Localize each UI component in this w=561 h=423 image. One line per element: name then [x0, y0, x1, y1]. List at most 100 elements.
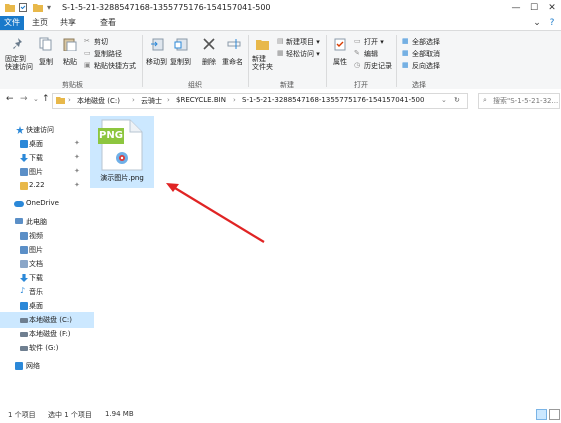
folder-icon: [5, 3, 15, 14]
navigation-bar: ← → ⌄ ↑ › 本地磁盘 (C:) › 云骑士 › $RECYCLE.BIN…: [0, 89, 561, 111]
pin-icon[interactable]: ✦: [74, 181, 80, 189]
open-button[interactable]: 打开 ▾: [364, 37, 384, 47]
up-arrow-icon[interactable]: ↑: [42, 94, 50, 104]
chevron-down-icon[interactable]: ⌄: [441, 96, 447, 104]
sidebar-item-folder-2-22[interactable]: 2.22 ✦: [0, 178, 94, 194]
pin-icon[interactable]: ✦: [74, 167, 80, 175]
search-input[interactable]: 搜索"S-1-5-21-32...: [493, 96, 558, 106]
new-folder-button[interactable]: 新建 文件夹: [252, 55, 273, 71]
sidebar-item-label: 软件 (G:): [29, 344, 59, 352]
delete-icon: [202, 37, 216, 51]
refresh-icon[interactable]: ↻: [454, 96, 460, 104]
pin-icon[interactable]: ✦: [74, 153, 80, 161]
sidebar-item-label: 此电脑: [26, 218, 47, 226]
new-item-icon: ▤: [277, 37, 284, 45]
sidebar-item-label: 桌面: [29, 302, 43, 310]
sidebar-item-label: 桌面: [29, 140, 43, 148]
red-arrow-annotation: [166, 183, 265, 243]
sidebar-item-network[interactable]: 网络: [0, 358, 94, 374]
tab-share[interactable]: 共享: [56, 16, 80, 30]
png-file-icon: [98, 119, 143, 171]
drive-icon: [20, 332, 28, 337]
breadcrumb-yunqishi[interactable]: 云骑士: [141, 96, 162, 106]
window-title: S-1-5-21-3288547168-1355775176-154157041…: [62, 3, 271, 12]
details-view-button[interactable]: [536, 409, 547, 420]
selected-size: 1.94 MB: [105, 410, 134, 418]
pin-to-quick-access-button[interactable]: 固定到 快速访问: [5, 55, 33, 71]
chevron-down-icon[interactable]: ▾: [47, 3, 51, 12]
tab-view[interactable]: 查看: [96, 16, 120, 30]
minimize-button[interactable]: —: [509, 2, 523, 14]
tab-file[interactable]: 文件: [0, 16, 24, 30]
copy-to-button[interactable]: 复制到: [170, 57, 191, 67]
sidebar-item-label: 网络: [26, 362, 40, 370]
copy-icon: [39, 37, 53, 51]
recent-locations-icon[interactable]: ⌄: [33, 95, 39, 103]
star-icon: [16, 126, 24, 134]
help-icon[interactable]: ?: [545, 17, 559, 29]
paste-shortcut-icon: ▣: [84, 61, 91, 69]
file-type-badge: PNG: [99, 130, 123, 141]
chevron-down-icon[interactable]: ⌄: [530, 17, 544, 29]
select-none-button[interactable]: 全部取消: [412, 49, 440, 59]
breadcrumb-sid-folder[interactable]: S-1-5-21-3288547168-1355775176-154157041…: [242, 96, 424, 104]
delete-button[interactable]: 删除: [202, 57, 216, 67]
breadcrumb-local-disk-c[interactable]: 本地磁盘 (C:): [77, 96, 120, 106]
divider: [396, 35, 397, 87]
breadcrumb-recycle-bin[interactable]: $RECYCLE.BIN: [176, 96, 226, 104]
copy-button[interactable]: 复制: [39, 57, 53, 67]
download-icon: [20, 274, 28, 282]
address-bar[interactable]: › 本地磁盘 (C:) › 云骑士 › $RECYCLE.BIN › S-1-5…: [52, 93, 468, 109]
forward-arrow-icon[interactable]: →: [20, 94, 28, 104]
divider: [326, 35, 327, 87]
tab-home[interactable]: 主页: [28, 16, 52, 30]
cloud-icon: [14, 201, 24, 207]
invert-selection-button[interactable]: 反向选择: [412, 61, 440, 71]
sidebar-item-label: 图片: [29, 168, 43, 176]
move-to-button[interactable]: 移动到: [146, 57, 167, 67]
desktop-icon: [20, 302, 28, 310]
copy-path-button[interactable]: 复制路径: [94, 49, 122, 59]
history-button[interactable]: 历史记录: [364, 61, 392, 71]
pin-icon[interactable]: ✦: [74, 139, 80, 147]
close-button[interactable]: ✕: [545, 2, 559, 14]
maximize-button[interactable]: ☐: [527, 2, 541, 14]
edit-button[interactable]: 编辑: [364, 49, 378, 59]
file-item[interactable]: PNG 演示图片.png: [90, 116, 154, 188]
properties-button[interactable]: 属性: [333, 57, 347, 67]
folder-icon: [56, 96, 65, 106]
sidebar-item-label: 本地磁盘 (C:): [29, 316, 72, 324]
properties-quick-icon[interactable]: [19, 3, 27, 14]
drive-icon: [20, 318, 28, 323]
sidebar-item-software-g[interactable]: 软件 (G:): [0, 340, 94, 356]
easy-access-button[interactable]: 轻松访问 ▾: [286, 49, 320, 59]
paste-button[interactable]: 粘贴: [63, 57, 77, 67]
search-box[interactable]: ⌕ 搜索"S-1-5-21-32...: [478, 93, 560, 109]
back-arrow-icon[interactable]: ←: [6, 94, 14, 104]
sidebar-item-label: 2.22: [29, 181, 45, 189]
sidebar-item-onedrive[interactable]: OneDrive: [0, 196, 94, 212]
move-to-icon: [150, 37, 164, 51]
divider: [248, 35, 249, 87]
ribbon: 固定到 快速访问 复制 粘贴 ✂ 剪切 ▭ 复制路径 ▣ 粘贴快捷方式 剪贴板 …: [0, 30, 561, 90]
sidebar-item-label: 视频: [29, 232, 43, 240]
history-icon: ◷: [354, 61, 361, 69]
breadcrumb-separator: ›: [233, 96, 236, 104]
paste-shortcut-button[interactable]: 粘贴快捷方式: [94, 61, 136, 71]
invert-selection-icon: ▦: [402, 61, 409, 69]
new-folder-quick-icon[interactable]: [33, 3, 43, 14]
rename-button[interactable]: 重命名: [222, 57, 243, 67]
file-name[interactable]: 演示图片.png: [90, 173, 154, 183]
new-item-button[interactable]: 新建项目 ▾: [286, 37, 320, 47]
select-all-button[interactable]: 全部选择: [412, 37, 440, 47]
divider: [142, 35, 143, 87]
new-folder-icon: [256, 37, 270, 51]
open-icon: ▭: [354, 37, 361, 45]
cut-button[interactable]: 剪切: [94, 37, 108, 47]
large-icons-view-button[interactable]: [549, 409, 560, 420]
folder-icon: [20, 182, 28, 190]
sidebar-item-label: OneDrive: [26, 199, 59, 207]
documents-icon: [20, 260, 28, 268]
pin-icon: [11, 37, 25, 51]
select-all-icon: ▦: [402, 37, 409, 45]
